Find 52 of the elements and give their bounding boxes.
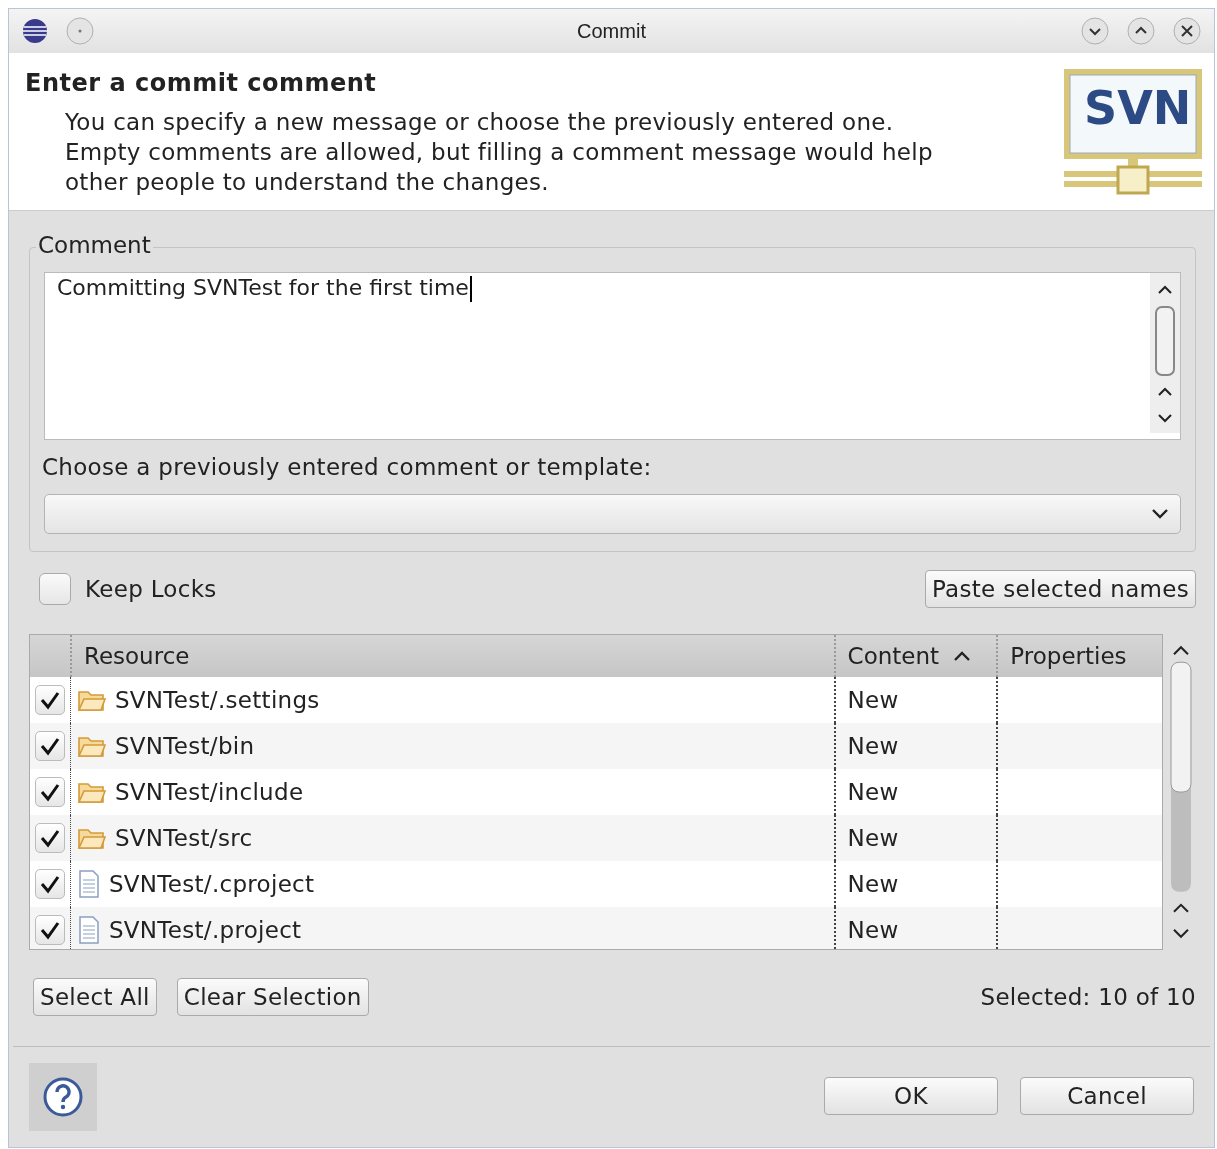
folder-icon [76,734,107,758]
sort-caret-icon [953,650,972,662]
row-checkbox[interactable] [34,823,65,853]
resource-name: SVNTest/bin [114,733,255,759]
maximize-icon[interactable] [1126,16,1156,46]
selected-count: Selected: 10 of 10 [980,984,1196,1010]
checkbox[interactable] [39,573,71,605]
column-header[interactable]: Resource [69,635,834,677]
folder-icon [76,826,107,850]
selection-button[interactable]: Select All [33,978,157,1016]
paste-button[interactable]: Paste selected names [925,570,1196,608]
comment-field[interactable]: Committing SVNTest for the first time [44,272,1181,440]
file-icon [76,870,101,898]
resource-name: SVNTest/include [114,779,304,805]
close-icon[interactable] [1172,16,1202,46]
content-status: New [847,687,899,713]
window-title: Commit [577,19,646,43]
history-label: Choose a previously entered comment or template: [42,454,653,480]
minimize-icon[interactable] [1080,16,1110,46]
description-text: other people to understand the changes. [65,168,550,197]
help-button[interactable] [29,1063,97,1131]
resource-name: SVNTest/.project [108,917,302,943]
globe-icon [21,17,49,45]
content-status: New [847,871,899,897]
row-checkbox[interactable] [34,915,65,945]
row-checkbox[interactable] [34,777,65,807]
folder-icon [76,780,107,804]
row-checkbox[interactable] [34,869,65,899]
resource-name: SVNTest/.cproject [108,871,315,897]
dialog-button[interactable]: OK [824,1077,998,1115]
column-header[interactable]: Properties [996,635,1163,677]
description-text: You can specify a new message or choose the previously entered one. [65,108,895,137]
content-status: New [847,825,899,851]
row-checkbox[interactable] [34,731,65,761]
description-text: Empty comments are allowed, but filling a comment message would help [65,138,933,167]
content-status: New [847,779,899,805]
resource-name: SVNTest/.settings [114,687,320,713]
folder-icon [76,688,107,712]
dialog-heading: Enter a commit comment [25,69,378,97]
scrollbar[interactable] [1150,273,1180,433]
content-status: New [847,733,899,759]
selection-button[interactable]: Clear Selection [176,978,369,1016]
file-icon [76,916,101,944]
content-status: New [847,917,899,943]
row-checkbox[interactable] [34,685,65,715]
logo-text: SVN [1084,81,1192,135]
chevron-down-icon [1150,507,1170,521]
column-header[interactable]: Content [833,635,997,677]
resource-name: SVNTest/src [114,825,253,851]
help-icon [42,1076,84,1118]
checkbox-label[interactable]: Keep Locks [85,576,217,602]
dialog-button[interactable]: Cancel [1020,1077,1194,1115]
